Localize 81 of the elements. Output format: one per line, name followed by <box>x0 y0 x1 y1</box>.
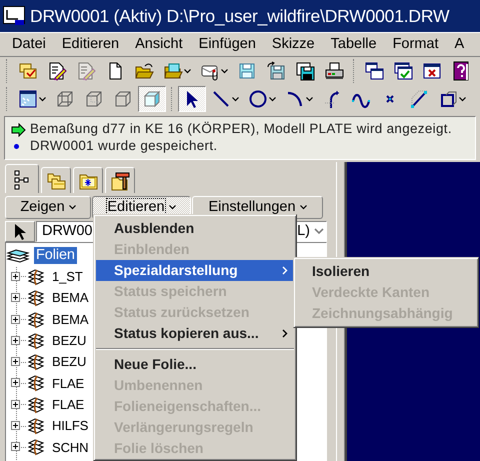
window-check-icon <box>393 61 413 81</box>
layer-icon <box>26 289 46 308</box>
layer-icon <box>26 374 46 392</box>
caret-icon <box>184 68 191 74</box>
window-title: DRW0001 (Aktiv) D:\Pro_user_wildfire\DRW0001.DRW <box>30 6 450 26</box>
caret-icon <box>168 205 176 210</box>
menu-item[interactable]: Ausblenden <box>96 218 294 239</box>
bullet-icon <box>14 144 19 149</box>
caret-icon <box>459 96 466 102</box>
rectangle-icon <box>438 89 458 109</box>
layer-icon <box>26 396 46 414</box>
tree-item[interactable]: SCHN <box>52 440 88 456</box>
layer-icon <box>26 353 46 372</box>
save-as-icon <box>266 61 286 81</box>
panel-tab[interactable] <box>73 167 103 193</box>
menu-item[interactable]: Einfügen <box>190 34 264 54</box>
tree-item[interactable]: BEMA <box>52 312 88 328</box>
app-icon <box>3 6 25 26</box>
doc-pencil-icon <box>76 61 96 81</box>
print-icon <box>324 61 344 81</box>
panel-tab[interactable] <box>105 167 135 193</box>
tool-folder-icon <box>110 170 130 191</box>
select-button[interactable] <box>5 221 35 242</box>
menu-item[interactable]: Isolieren <box>296 261 476 282</box>
tree-item[interactable]: FLAE <box>52 396 84 413</box>
chamfer-icon <box>409 89 429 109</box>
caret-icon <box>221 68 228 74</box>
menu-item[interactable]: Tabelle <box>322 34 385 54</box>
menu-item[interactable]: Ansicht <box>127 34 191 54</box>
wireframe-cube-icon <box>55 89 75 109</box>
caret-icon <box>269 96 276 102</box>
tree-item[interactable]: 1_ST <box>52 269 83 285</box>
menu-item[interactable]: Spezialdarstellung <box>96 260 294 281</box>
tree-item[interactable]: BEMA <box>52 290 88 306</box>
hidden-line-cube-icon <box>84 89 104 109</box>
tree-item[interactable]: BEZU <box>52 354 86 370</box>
tree-item[interactable]: HILFS <box>52 418 88 434</box>
caret-icon <box>306 96 313 102</box>
layer-icon <box>26 417 46 436</box>
arc-icon <box>285 89 305 109</box>
caret-icon <box>68 205 76 210</box>
display-style-icon <box>18 89 38 109</box>
save-icon <box>237 61 257 81</box>
caret-icon <box>232 96 239 102</box>
caret-icon <box>314 228 324 235</box>
window-close-icon <box>422 61 442 81</box>
toolbar-button[interactable] <box>178 86 206 112</box>
folder-icon <box>163 61 183 81</box>
message-text: Bemaßung d77 in KE 16 (KÖRPER), Modell PLATE wird angezeigt. <box>30 121 452 138</box>
caret-icon <box>39 96 46 102</box>
caret-icon <box>300 205 307 210</box>
folders-icon <box>18 61 38 81</box>
menu-item[interactable]: Status kopieren aus... <box>96 323 294 344</box>
menu-item[interactable]: A <box>446 34 472 54</box>
open-folder-icon <box>134 61 154 81</box>
menu-item[interactable]: Neue Folie... <box>96 354 294 375</box>
line-icon <box>211 89 231 109</box>
fillet-icon <box>322 89 342 109</box>
tree-item[interactable]: FLAE <box>52 376 84 392</box>
menu-item[interactable]: Datei <box>4 34 54 54</box>
shaded-cube-icon <box>142 89 162 109</box>
window-icon <box>364 61 384 81</box>
panel-tab[interactable] <box>5 164 39 193</box>
dropdown-button[interactable]: Zeigen <box>5 196 91 219</box>
menu-item[interactable]: Editieren <box>54 34 128 54</box>
tree-item[interactable]: Folien <box>34 246 77 264</box>
menu-item[interactable]: Skizze <box>264 34 323 54</box>
pointer-icon <box>13 222 27 240</box>
layer-icon <box>26 268 46 286</box>
menu-item[interactable]: Format <box>384 34 446 54</box>
message-text: DRW0001 wurde gespeichert. <box>30 138 218 155</box>
arrow-icon <box>11 122 27 136</box>
doc-pencil-icon <box>47 61 67 81</box>
help-icon <box>451 61 471 81</box>
layer-icon <box>26 438 46 456</box>
save-copy-icon <box>295 61 315 81</box>
tree-item[interactable]: BEZU <box>52 333 86 349</box>
circle-icon <box>248 89 268 109</box>
no-hidden-cube-icon <box>113 89 133 109</box>
layer-icon <box>26 310 46 329</box>
layer-icon <box>26 332 46 350</box>
